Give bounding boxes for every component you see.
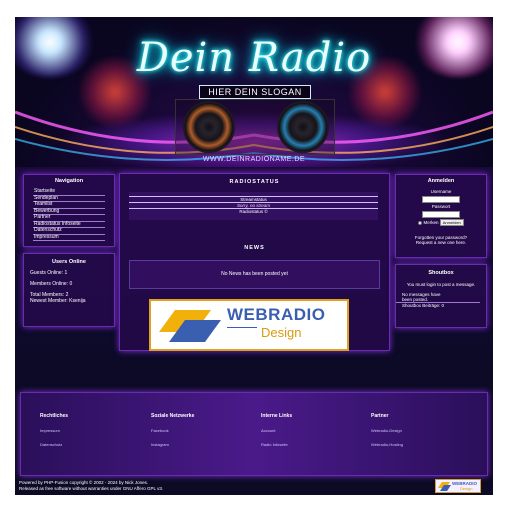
news-title: NEWS [244, 245, 265, 251]
navigation-panel: Navigation Startseite Sendeplan Teamlist… [23, 174, 115, 247]
site-title: Dein Radio [136, 35, 372, 81]
request-password-link[interactable]: Request a new one here. [396, 240, 486, 245]
login-panel: Anmelden Username Passwort Merken Anmeld… [395, 174, 487, 258]
radiostatus-label: Radiostatus © [239, 209, 268, 214]
footer: Rechtliches Impressum Datenschutz Sozial… [15, 387, 493, 495]
users-online-panel: Users Online Guests Online: 1 Members On… [23, 253, 115, 327]
username-label: Username [430, 189, 452, 194]
page: Dein Radio HIER DEIN SLOGAN WWW.DEINRADI… [15, 17, 493, 495]
webradio-mini-logo-icon [438, 482, 451, 491]
users-online-title: Users Online [52, 259, 86, 265]
header-banner: Dein Radio HIER DEIN SLOGAN WWW.DEINRADI… [15, 17, 493, 167]
footer-heading: Rechtliches [40, 413, 69, 419]
footer-link-webradio-design[interactable]: Webradio-Design [371, 428, 403, 433]
banner-logo-word1: WEBRADIO [227, 305, 326, 324]
shoutbox-panel: Shoutbox You must login to post a messag… [395, 264, 487, 328]
footer-link-instagram[interactable]: Instagram [151, 442, 194, 447]
footer-link-datenschutz[interactable]: Datenschutz [40, 442, 68, 447]
powered-by-text: Powered by PHP-Fusion copyright © 2002 -… [19, 480, 163, 492]
footer-column-social: Soziale Netzwerke Facebook Instagram [151, 413, 194, 447]
mini-logo-word2: Design [460, 486, 473, 491]
newest-member[interactable]: Newest Member: Ksenija [30, 298, 114, 304]
navigation-list: Startseite Sendeplan Teamlist Bewerbung … [33, 188, 105, 241]
footer-column-rechtliches: Rechtliches Impressum Datenschutz [40, 413, 68, 447]
footer-links-box: Rechtliches Impressum Datenschutz Sozial… [20, 392, 488, 476]
news-empty-message: No News has been posted yet [221, 271, 288, 277]
remember-checkbox[interactable] [418, 220, 423, 225]
shoutbox-title: Shoutbox [428, 270, 454, 276]
footer-column-internal: Interne Links Account Radio Infoseite [261, 413, 292, 447]
webradio-logo-icon [159, 310, 221, 342]
banner-logo-word2: Design [261, 325, 302, 340]
footer-link-radio-infoseite[interactable]: Radio Infoseite [261, 442, 292, 447]
shoutbox-login-note: You must login to post a message. [406, 282, 476, 287]
password-label: Passwort [431, 204, 451, 209]
shoutbox-archive-link[interactable]: Shoutbox Beiträge: 0 [396, 302, 480, 308]
powered-line-2: Released as free software without warran… [19, 486, 164, 491]
radiostatus-title: RADIOSTATUS [229, 179, 280, 185]
username-input[interactable] [422, 196, 460, 203]
footer-heading: Interne Links [261, 413, 293, 419]
site-url: WWW.DEINRADIONAME.DE [202, 156, 306, 163]
content-area: Navigation Startseite Sendeplan Teamlist… [15, 167, 493, 387]
speaker-cabinet [175, 99, 335, 155]
shoutbox-no-messages: No messages have been posted. [402, 292, 441, 302]
site-slogan: HIER DEIN SLOGAN [199, 85, 311, 99]
footer-heading: Soziale Netzwerke [151, 413, 195, 419]
remember-label: Merken [423, 220, 439, 225]
webradio-design-banner[interactable]: WEBRADIO Design [149, 299, 349, 351]
center-panel: RADIOSTATUS Streamstatus Sorry, no strea… [119, 173, 390, 351]
footer-column-partner: Partner Webradio-Design Webradio-Hosting [371, 413, 403, 447]
footer-link-webradio-hosting[interactable]: Webradio-Hosting [371, 442, 403, 447]
login-submit-button[interactable]: Anmelden [439, 219, 464, 226]
footer-mini-logo[interactable]: WEBRADIO Design [435, 479, 481, 493]
password-input[interactable] [422, 211, 460, 218]
nav-item-impressum[interactable]: Impressum [33, 234, 105, 241]
radiostatus-box: Streamstatus Sorry, no stream Radiostatu… [129, 192, 378, 220]
footer-link-facebook[interactable]: Facebook [151, 428, 194, 433]
footer-heading: Partner [371, 413, 389, 419]
footer-link-impressum[interactable]: Impressum [40, 428, 68, 433]
news-box: No News has been posted yet [129, 260, 380, 289]
login-title: Anmelden [427, 178, 455, 184]
footer-link-account[interactable]: Account [261, 428, 292, 433]
navigation-title: Navigation [54, 178, 84, 184]
